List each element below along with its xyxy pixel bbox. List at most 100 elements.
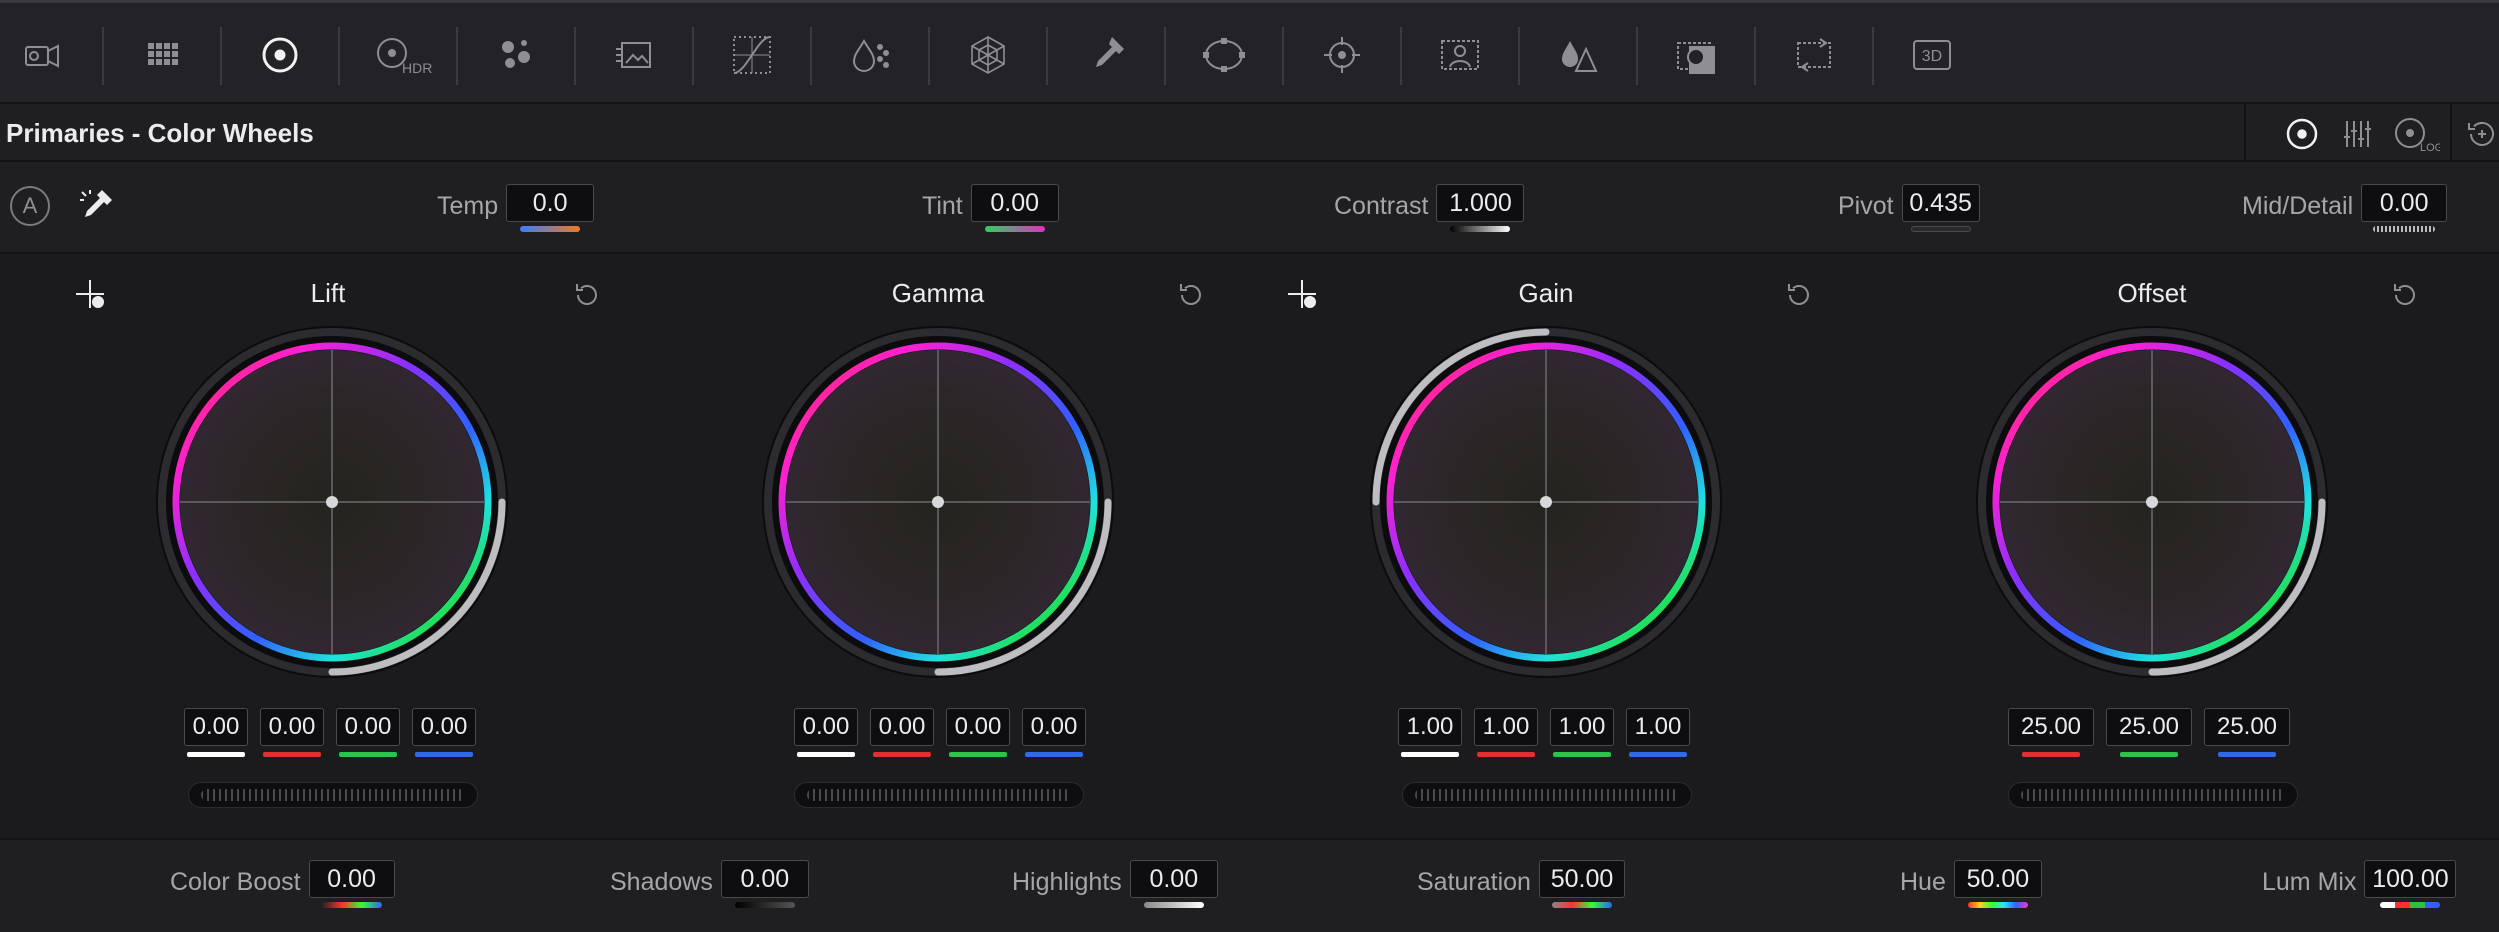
gain-master-wheel[interactable] bbox=[1402, 782, 1692, 808]
gamma-master-field[interactable]: 0.00 bbox=[794, 708, 858, 746]
curves-icon[interactable] bbox=[728, 31, 776, 79]
key-icon[interactable] bbox=[1672, 31, 1720, 79]
saturation-control: Saturation 50.00 bbox=[1417, 860, 1625, 908]
svg-text:LOG: LOG bbox=[2420, 142, 2440, 153]
gamma-blue-field[interactable]: 0.00 bbox=[1022, 708, 1086, 746]
primaries-wheels-mode-icon[interactable] bbox=[2280, 112, 2324, 156]
3d-icon[interactable]: 3D bbox=[1908, 31, 1956, 79]
svg-text:HDR: HDR bbox=[402, 60, 432, 76]
contrast-slider[interactable] bbox=[1450, 226, 1511, 232]
gamma-color-wheel[interactable] bbox=[758, 322, 1118, 682]
mid-detail-slider[interactable] bbox=[2373, 226, 2436, 232]
lift-master-field[interactable]: 0.00 bbox=[184, 708, 248, 746]
offset-blue-field[interactable]: 25.00 bbox=[2204, 708, 2290, 746]
reset-all-icon[interactable] bbox=[2460, 112, 2499, 156]
offset-values: 25.00 25.00 25.00 bbox=[2008, 708, 2290, 757]
highlights-control: Highlights 0.00 bbox=[1012, 860, 1218, 908]
mid-detail-control: Mid/Detail 0.00 bbox=[2242, 184, 2448, 234]
mid-detail-field[interactable]: 0.00 bbox=[2361, 184, 2448, 222]
lift-red-field[interactable]: 0.00 bbox=[260, 708, 324, 746]
gain-title: Gain bbox=[1518, 278, 1574, 308]
gain-blue-field[interactable]: 1.00 bbox=[1626, 708, 1690, 746]
lum-mix-control: Lum Mix 100.00 bbox=[2262, 860, 2457, 908]
blur-icon[interactable] bbox=[1554, 31, 1602, 79]
color-boost-slider[interactable] bbox=[321, 902, 382, 908]
lum-mix-label: Lum Mix bbox=[2262, 868, 2357, 896]
primaries-bars-mode-icon[interactable] bbox=[2336, 112, 2380, 156]
gain-color-wheel[interactable] bbox=[1366, 322, 1726, 682]
rgb-mixer-icon[interactable] bbox=[492, 31, 540, 79]
lift-master-wheel[interactable] bbox=[188, 782, 478, 808]
saturation-field[interactable]: 50.00 bbox=[1538, 860, 1625, 898]
mid-detail-label: Mid/Detail bbox=[2242, 192, 2354, 220]
lum-mix-slider[interactable] bbox=[2380, 902, 2441, 908]
gamma-reset-icon[interactable] bbox=[1174, 278, 1208, 312]
saturation-slider[interactable] bbox=[1551, 902, 1612, 908]
offset-color-wheel[interactable] bbox=[1972, 322, 2332, 682]
gain-red-field[interactable]: 1.00 bbox=[1474, 708, 1538, 746]
shadows-slider[interactable] bbox=[734, 902, 795, 908]
gain-master-field[interactable]: 1.00 bbox=[1398, 708, 1462, 746]
tint-field[interactable]: 0.00 bbox=[970, 184, 1059, 222]
lift-green-field[interactable]: 0.00 bbox=[336, 708, 400, 746]
temp-slider[interactable] bbox=[520, 226, 581, 232]
window-icon[interactable] bbox=[1200, 31, 1248, 79]
shadows-label: Shadows bbox=[610, 868, 713, 896]
tint-slider[interactable] bbox=[984, 226, 1045, 232]
camera-raw-icon[interactable] bbox=[20, 31, 68, 79]
hue-slider[interactable] bbox=[1967, 902, 2028, 908]
hue-control: Hue 50.00 bbox=[1900, 860, 2042, 908]
color-wheels-icon[interactable] bbox=[256, 31, 304, 79]
lift-blue-field[interactable]: 0.00 bbox=[412, 708, 476, 746]
tracker-icon[interactable] bbox=[1318, 31, 1366, 79]
qualifier-picker-icon[interactable] bbox=[1082, 31, 1130, 79]
shadows-field[interactable]: 0.00 bbox=[720, 860, 809, 898]
pivot-field[interactable]: 0.435 bbox=[1901, 184, 1980, 222]
hdr-wheels-icon[interactable]: HDR bbox=[372, 31, 432, 79]
lift-reset-icon[interactable] bbox=[570, 278, 604, 312]
temp-field[interactable]: 0.0 bbox=[506, 184, 595, 222]
svg-text:3D: 3D bbox=[1922, 48, 1942, 65]
gain-reset-icon[interactable] bbox=[1782, 278, 1816, 312]
highlights-field[interactable]: 0.00 bbox=[1129, 860, 1218, 898]
offset-master-wheel[interactable] bbox=[2008, 782, 2298, 808]
lift-wheel: Lift 0.00 0.00 0.00 0.00 bbox=[22, 256, 642, 838]
lum-mix-field[interactable]: 100.00 bbox=[2364, 860, 2457, 898]
color-boost-label: Color Boost bbox=[170, 868, 301, 896]
bottom-adjustment-row: Color Boost 0.00 Shadows 0.00 Highlights… bbox=[0, 838, 2499, 932]
color-match-icon[interactable] bbox=[140, 31, 188, 79]
tint-control: Tint 0.00 bbox=[922, 184, 1059, 234]
hue-label: Hue bbox=[1900, 868, 1946, 896]
tint-label: Tint bbox=[922, 192, 963, 220]
contrast-label: Contrast bbox=[1334, 192, 1429, 220]
offset-red-field[interactable]: 25.00 bbox=[2008, 708, 2094, 746]
gamma-wheel: Gamma 0.00 0.00 0.00 0.00 bbox=[628, 256, 1248, 838]
temp-control: Temp 0.0 bbox=[437, 184, 595, 234]
gamma-green-field[interactable]: 0.00 bbox=[946, 708, 1010, 746]
gamma-master-wheel[interactable] bbox=[794, 782, 1084, 808]
temp-label: Temp bbox=[437, 192, 499, 220]
contrast-field[interactable]: 1.000 bbox=[1436, 184, 1525, 222]
pivot-slider[interactable] bbox=[1910, 226, 1971, 232]
highlights-slider[interactable] bbox=[1143, 902, 1204, 908]
lift-values: 0.00 0.00 0.00 0.00 bbox=[184, 708, 476, 757]
color-boost-field[interactable]: 0.00 bbox=[308, 860, 395, 898]
log-wheels-mode-icon[interactable]: LOG bbox=[2392, 112, 2440, 156]
gain-green-field[interactable]: 1.00 bbox=[1550, 708, 1614, 746]
motion-effects-icon[interactable] bbox=[610, 31, 658, 79]
gamma-red-field[interactable]: 0.00 bbox=[870, 708, 934, 746]
auto-balance-button[interactable]: A bbox=[10, 186, 50, 226]
offset-green-field[interactable]: 25.00 bbox=[2106, 708, 2192, 746]
white-balance-picker-icon[interactable] bbox=[76, 186, 116, 226]
saturation-label: Saturation bbox=[1417, 868, 1531, 896]
hue-field[interactable]: 50.00 bbox=[1953, 860, 2042, 898]
gain-wheel: Gain 1.00 1.00 1.00 1.00 bbox=[1236, 256, 1856, 838]
lift-color-wheel[interactable] bbox=[152, 322, 512, 682]
sizing-icon[interactable] bbox=[1790, 31, 1838, 79]
highlights-label: Highlights bbox=[1012, 868, 1122, 896]
magic-mask-icon[interactable] bbox=[1436, 31, 1484, 79]
color-warper-icon[interactable] bbox=[846, 31, 894, 79]
shadows-control: Shadows 0.00 bbox=[610, 860, 809, 908]
qualifier-web-icon[interactable] bbox=[964, 31, 1012, 79]
offset-reset-icon[interactable] bbox=[2388, 278, 2422, 312]
